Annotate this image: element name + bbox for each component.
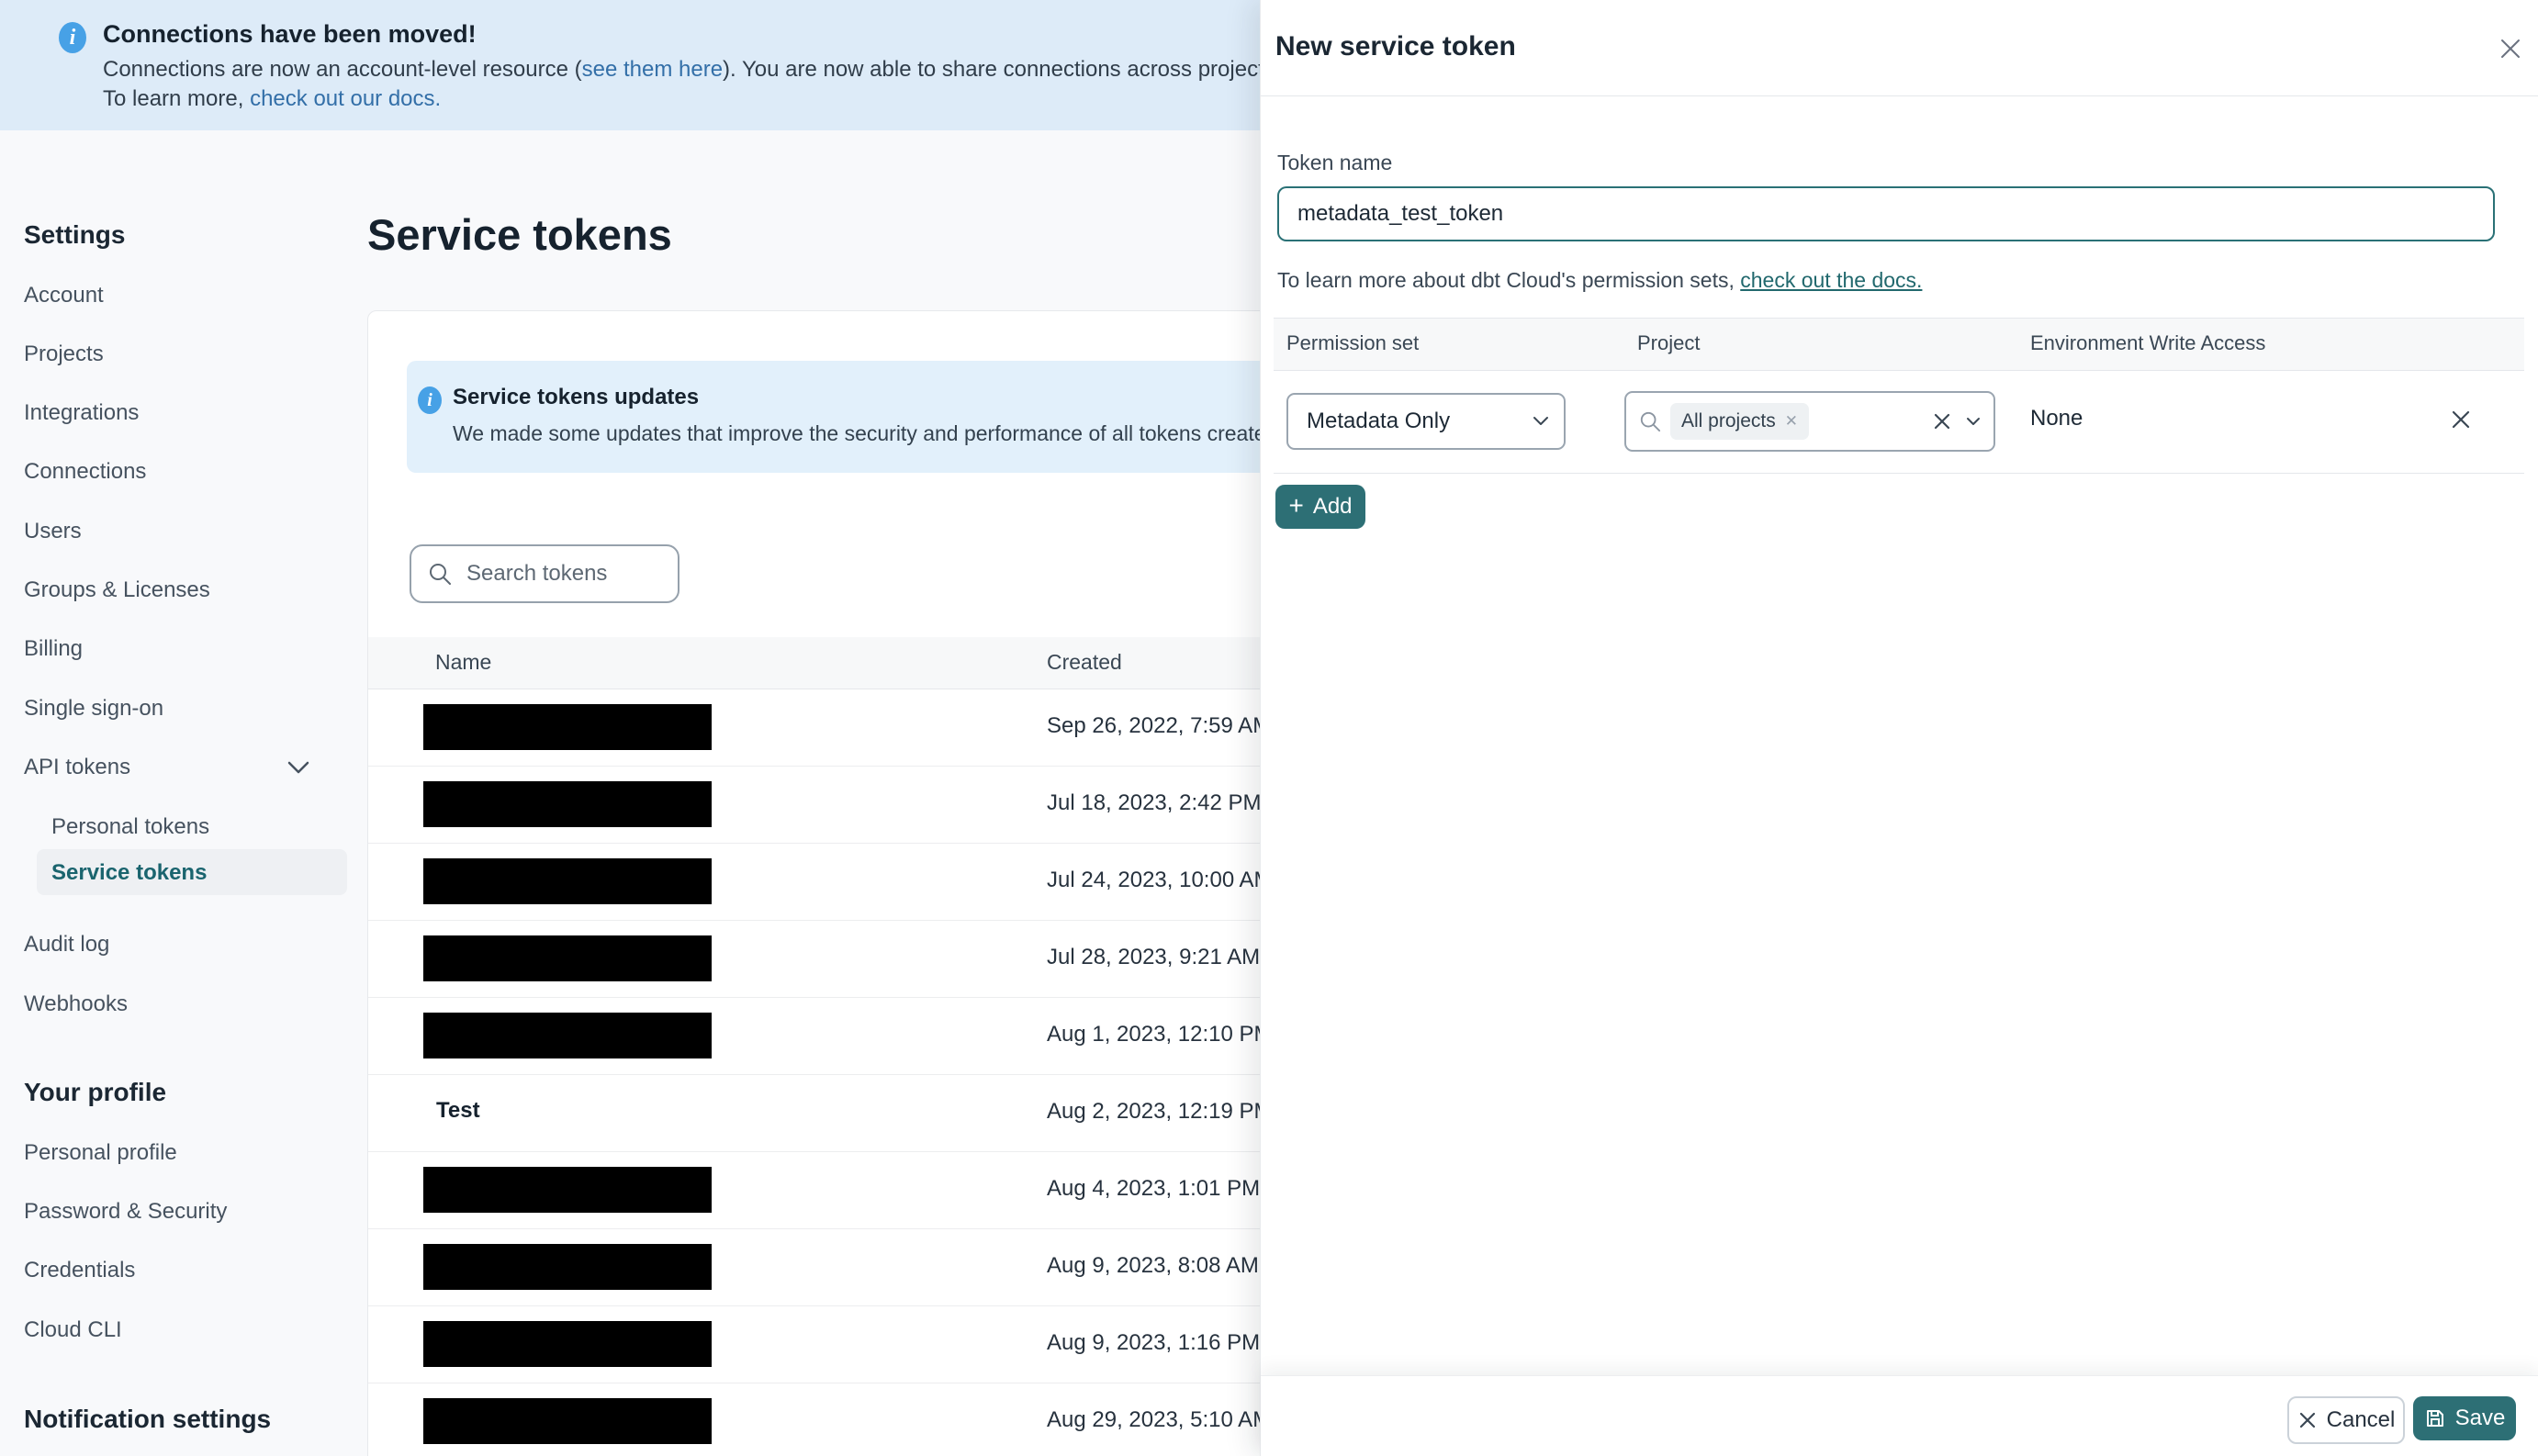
search-input[interactable] xyxy=(465,560,661,588)
docs-line-text: To learn more about dbt Cloud's permissi… xyxy=(1277,268,1741,292)
plus-icon: + xyxy=(1288,490,1304,520)
see-them-here-link[interactable]: see them here xyxy=(582,57,723,82)
cancel-button-label: Cancel xyxy=(2326,1407,2396,1432)
token-created-date: Aug 2, 2023, 12:19 PM P xyxy=(1047,1099,1294,1124)
clear-selection-icon[interactable] xyxy=(1931,410,1953,432)
sidebar-heading-your-profile: Your profile xyxy=(24,1078,167,1106)
banner-body-text: Connections are now an account-level res… xyxy=(103,57,582,82)
chevron-down-icon[interactable] xyxy=(286,760,310,775)
search-icon xyxy=(1640,411,1661,432)
panel-title: New service token xyxy=(1275,31,1516,62)
redacted-token-name xyxy=(423,935,712,981)
token-created-date: Jul 24, 2023, 10:00 AM xyxy=(1047,868,1273,892)
sidebar-item-users[interactable]: Users xyxy=(24,519,82,544)
token-created-date: Jul 28, 2023, 9:21 AM P xyxy=(1047,945,1281,969)
sidebar-item-cloud-cli[interactable]: Cloud CLI xyxy=(24,1317,122,1343)
page-title: Service tokens xyxy=(367,210,672,259)
column-header-created: Created xyxy=(1047,650,1122,674)
permission-docs-line: To learn more about dbt Cloud's permissi… xyxy=(1277,268,1922,293)
chevron-down-icon xyxy=(1533,417,1548,425)
banner-title: Connections have been moved! xyxy=(103,20,477,48)
panel-header-divider xyxy=(1261,95,2538,96)
token-created-date: Aug 1, 2023, 12:10 PM P xyxy=(1047,1022,1294,1047)
panel-footer: Cancel Save xyxy=(1261,1375,2538,1456)
environment-write-access-value: None xyxy=(2030,406,2083,431)
info-icon: i xyxy=(418,386,442,414)
token-name-label: Token name xyxy=(1277,151,1393,174)
token-name-field-wrap xyxy=(1277,186,2495,241)
token-created-date: Aug 29, 2023, 5:10 AM P xyxy=(1047,1407,1292,1432)
redacted-token-name xyxy=(423,781,712,827)
sidebar-item-single-sign-on[interactable]: Single sign-on xyxy=(24,696,163,722)
redacted-token-name xyxy=(423,1013,712,1058)
token-created-date: Jul 18, 2023, 2:42 PM P xyxy=(1047,790,1283,815)
column-header-name: Name xyxy=(435,650,492,674)
redacted-token-name xyxy=(423,704,712,750)
search-tokens-box[interactable] xyxy=(410,544,679,603)
permissions-table-header: Permission set Project Environment Write… xyxy=(1274,318,2524,371)
info-icon: i xyxy=(59,22,86,53)
chevron-down-icon[interactable] xyxy=(1966,417,1981,427)
sidebar-item-service-tokens[interactable]: Service tokens xyxy=(51,860,207,886)
sidebar-item-password-security[interactable]: Password & Security xyxy=(24,1199,227,1225)
check-out-docs-link[interactable]: check out our docs. xyxy=(250,86,441,111)
project-chip[interactable]: All projects ✕ xyxy=(1670,403,1809,440)
banner-more: To learn more, check out our docs. xyxy=(103,86,441,112)
remove-permission-row-icon[interactable] xyxy=(2449,408,2473,431)
redacted-token-name xyxy=(423,1321,712,1367)
sidebar-heading-notification-settings: Notification settings xyxy=(24,1405,272,1433)
infobox-title: Service tokens updates xyxy=(453,385,700,409)
project-chip-label: All projects xyxy=(1681,410,1776,431)
sidebar-item-personal-tokens[interactable]: Personal tokens xyxy=(51,814,209,840)
sidebar-item-api-tokens[interactable]: API tokens xyxy=(24,755,130,780)
sidebar-item-webhooks[interactable]: Webhooks xyxy=(24,991,128,1017)
token-name-input[interactable] xyxy=(1296,200,2475,228)
dbt-cloud-settings-page: i Connections have been moved! Connectio… xyxy=(0,0,2538,1456)
token-created-date: Sep 26, 2022, 7:59 AM P xyxy=(1047,713,1292,738)
column-header-environment-write-access: Environment Write Access xyxy=(2030,331,2266,354)
check-out-the-docs-link[interactable]: check out the docs. xyxy=(1740,268,1922,292)
sidebar-item-credentials[interactable]: Credentials xyxy=(24,1258,135,1283)
sidebar-item-account[interactable]: Account xyxy=(24,283,104,308)
token-name: Test xyxy=(436,1098,480,1123)
cancel-button[interactable]: Cancel xyxy=(2287,1396,2405,1444)
redacted-token-name xyxy=(423,1167,712,1213)
sidebar-item-connections[interactable]: Connections xyxy=(24,459,146,485)
save-icon xyxy=(2426,1410,2443,1427)
new-service-token-panel: New service token Token name To learn mo… xyxy=(1260,0,2538,1456)
sidebar-item-billing[interactable]: Billing xyxy=(24,636,83,662)
project-multiselect[interactable]: All projects ✕ xyxy=(1624,391,1995,452)
add-button-label: Add xyxy=(1312,494,1353,519)
close-icon[interactable] xyxy=(2497,35,2524,62)
infobox-body: We made some updates that improve the se… xyxy=(453,421,1278,445)
sidebar-item-integrations[interactable]: Integrations xyxy=(24,400,139,426)
sidebar-item-groups-licenses[interactable]: Groups & Licenses xyxy=(24,577,210,603)
chip-remove-icon[interactable]: ✕ xyxy=(1785,412,1798,431)
settings-sidebar: Settings Account Projects Integrations C… xyxy=(0,130,367,1456)
redacted-token-name xyxy=(423,1398,712,1444)
add-permission-button[interactable]: + Add xyxy=(1275,485,1365,529)
close-icon xyxy=(2299,1412,2315,1428)
redacted-token-name xyxy=(423,1244,712,1290)
sidebar-item-audit-log[interactable]: Audit log xyxy=(24,932,109,958)
save-button-label: Save xyxy=(2454,1406,2506,1430)
permission-set-select[interactable]: Metadata Only xyxy=(1286,393,1566,450)
redacted-token-name xyxy=(423,858,712,904)
sidebar-item-projects[interactable]: Projects xyxy=(24,342,104,367)
search-icon xyxy=(430,564,451,585)
sidebar-heading-settings: Settings xyxy=(24,220,126,249)
permissions-row-divider xyxy=(1274,473,2524,474)
column-header-permission-set: Permission set xyxy=(1286,331,1420,354)
sidebar-item-personal-profile[interactable]: Personal profile xyxy=(24,1140,177,1166)
banner-more-text: To learn more, xyxy=(103,86,251,111)
token-created-date: Aug 9, 2023, 8:08 AM PD xyxy=(1047,1253,1296,1278)
permission-set-value: Metadata Only xyxy=(1307,409,1451,433)
save-button[interactable]: Save xyxy=(2413,1396,2516,1440)
column-header-project: Project xyxy=(1637,331,1701,354)
